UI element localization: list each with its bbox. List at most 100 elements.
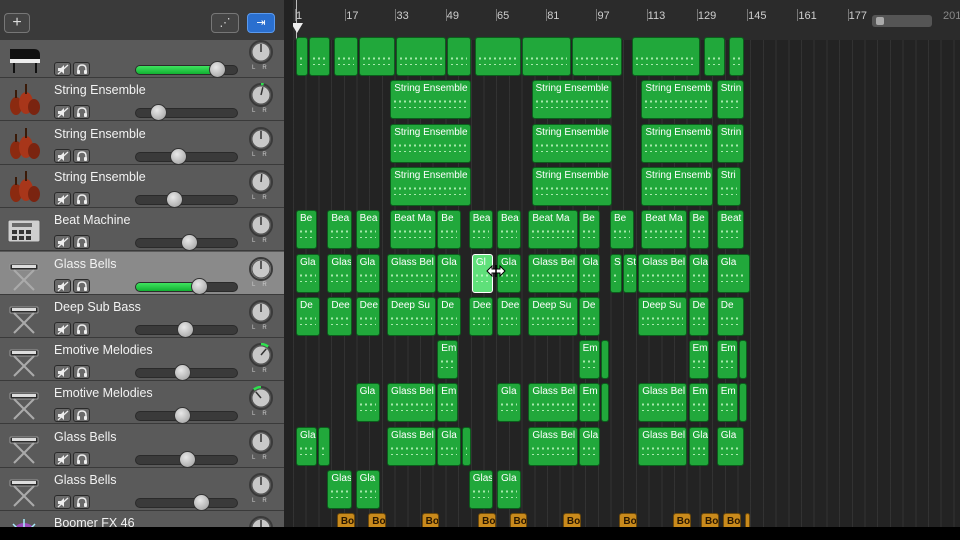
region[interactable] bbox=[522, 37, 572, 77]
volume-slider[interactable] bbox=[135, 451, 238, 468]
region[interactable]: Glas bbox=[468, 470, 493, 510]
region[interactable]: Beat bbox=[716, 210, 744, 250]
region[interactable]: Em bbox=[688, 383, 710, 423]
region[interactable]: Deep Su bbox=[638, 297, 688, 337]
track-header[interactable]: Glass Bells LR bbox=[0, 425, 284, 468]
headphones-solo-button[interactable] bbox=[73, 105, 90, 119]
region[interactable]: String Ensemble bbox=[531, 167, 613, 207]
region[interactable]: Glass Bel bbox=[387, 427, 437, 467]
region[interactable]: Bea bbox=[496, 210, 522, 250]
region[interactable]: Bea bbox=[355, 210, 380, 250]
region[interactable]: Em bbox=[437, 340, 459, 380]
region[interactable] bbox=[738, 383, 748, 423]
pan-knob[interactable] bbox=[249, 127, 273, 151]
region[interactable]: Bo bbox=[421, 513, 440, 527]
track-header[interactable]: Deep Sub Bass LR bbox=[0, 295, 284, 338]
region[interactable]: Gla bbox=[496, 470, 522, 510]
region[interactable]: Dee bbox=[468, 297, 493, 337]
arrange-area[interactable]: String Ensemble String Ensemble String Ens… bbox=[293, 37, 960, 527]
region[interactable] bbox=[474, 37, 522, 77]
pan-knob[interactable] bbox=[249, 343, 273, 367]
region[interactable]: Beat Ma bbox=[528, 210, 578, 250]
track-header[interactable]: Glass Bells LR bbox=[0, 468, 284, 511]
region[interactable]: Gla bbox=[296, 254, 321, 294]
volume-knob[interactable] bbox=[180, 234, 198, 251]
zoom-slider[interactable] bbox=[872, 15, 932, 27]
mute-button[interactable] bbox=[54, 408, 71, 422]
volume-slider[interactable] bbox=[135, 191, 238, 208]
region[interactable] bbox=[745, 513, 751, 527]
track-header[interactable]: String Ensemble LR bbox=[0, 165, 284, 208]
region[interactable]: Dee bbox=[496, 297, 522, 337]
volume-slider[interactable] bbox=[135, 278, 238, 295]
pan-knob[interactable] bbox=[249, 430, 273, 454]
region[interactable]: Gla bbox=[716, 254, 751, 294]
region[interactable] bbox=[572, 37, 622, 77]
headphones-solo-button[interactable] bbox=[73, 149, 90, 163]
region[interactable]: Deep Su bbox=[528, 297, 578, 337]
mute-button[interactable] bbox=[54, 495, 71, 509]
volume-knob[interactable] bbox=[174, 364, 192, 381]
mute-button[interactable] bbox=[54, 192, 71, 206]
region[interactable]: String Ensemble bbox=[390, 80, 471, 120]
region[interactable]: Be bbox=[437, 210, 462, 250]
region[interactable]: Bo bbox=[509, 513, 528, 527]
region[interactable]: String Ensemble bbox=[531, 80, 613, 120]
region[interactable]: Deep Su bbox=[387, 297, 437, 337]
region[interactable] bbox=[333, 37, 358, 77]
region[interactable] bbox=[729, 37, 744, 77]
mute-button[interactable] bbox=[54, 62, 71, 76]
region[interactable]: Glas bbox=[327, 470, 352, 510]
pan-knob[interactable] bbox=[249, 300, 273, 324]
region[interactable]: St bbox=[622, 254, 638, 294]
region[interactable] bbox=[308, 37, 330, 77]
region[interactable]: Gla bbox=[437, 254, 462, 294]
headphones-solo-button[interactable] bbox=[73, 365, 90, 379]
pan-knob[interactable] bbox=[249, 40, 273, 64]
region[interactable]: Glass Bel bbox=[638, 254, 688, 294]
pan-knob[interactable] bbox=[249, 516, 273, 527]
region[interactable]: Glass Bel bbox=[638, 427, 688, 467]
region[interactable]: String Ensemb bbox=[641, 124, 713, 164]
region[interactable]: Bo bbox=[701, 513, 719, 527]
volume-knob[interactable] bbox=[166, 191, 184, 208]
region[interactable]: Stri bbox=[716, 167, 741, 207]
region[interactable]: Gla bbox=[716, 427, 744, 467]
region[interactable] bbox=[600, 340, 609, 380]
mute-button[interactable] bbox=[54, 279, 71, 293]
region[interactable] bbox=[462, 427, 471, 467]
region[interactable]: Bo bbox=[672, 513, 691, 527]
region[interactable]: Gla bbox=[578, 254, 600, 294]
region[interactable]: Bo bbox=[478, 513, 496, 527]
mute-button[interactable] bbox=[54, 322, 71, 336]
region[interactable]: Bo bbox=[619, 513, 638, 527]
volume-knob[interactable] bbox=[170, 148, 188, 165]
bar-ruler[interactable]: 1 17 33 49 65 81 97 113 129 145 161 177 201 bbox=[293, 0, 960, 41]
headphones-solo-button[interactable] bbox=[73, 495, 90, 509]
pan-knob[interactable] bbox=[249, 83, 273, 107]
region[interactable]: Gla bbox=[355, 383, 380, 423]
region[interactable]: Em bbox=[578, 383, 600, 423]
region[interactable] bbox=[704, 37, 726, 77]
region[interactable]: Glass Bel bbox=[528, 254, 578, 294]
volume-slider[interactable] bbox=[135, 494, 238, 511]
region[interactable]: Dee bbox=[327, 297, 352, 337]
track-header[interactable]: LR bbox=[0, 35, 284, 78]
headphones-solo-button[interactable] bbox=[73, 408, 90, 422]
region[interactable]: Em bbox=[578, 340, 600, 380]
mute-button[interactable] bbox=[54, 149, 71, 163]
pan-knob[interactable] bbox=[249, 170, 273, 194]
volume-slider[interactable] bbox=[135, 104, 238, 121]
region[interactable]: Em bbox=[688, 340, 710, 380]
mute-button[interactable] bbox=[54, 452, 71, 466]
region[interactable]: Bo bbox=[336, 513, 355, 527]
region[interactable]: Gla bbox=[437, 427, 462, 467]
headphones-solo-button[interactable] bbox=[73, 62, 90, 76]
volume-knob[interactable] bbox=[208, 61, 226, 78]
region[interactable]: De bbox=[716, 297, 744, 337]
region[interactable]: Gla bbox=[355, 254, 380, 294]
track-header[interactable]: Glass Bells LR bbox=[0, 252, 284, 295]
region[interactable]: Bo bbox=[368, 513, 387, 527]
track-header[interactable]: Boomer FX 46LR bbox=[0, 511, 284, 527]
mute-button[interactable] bbox=[54, 105, 71, 119]
